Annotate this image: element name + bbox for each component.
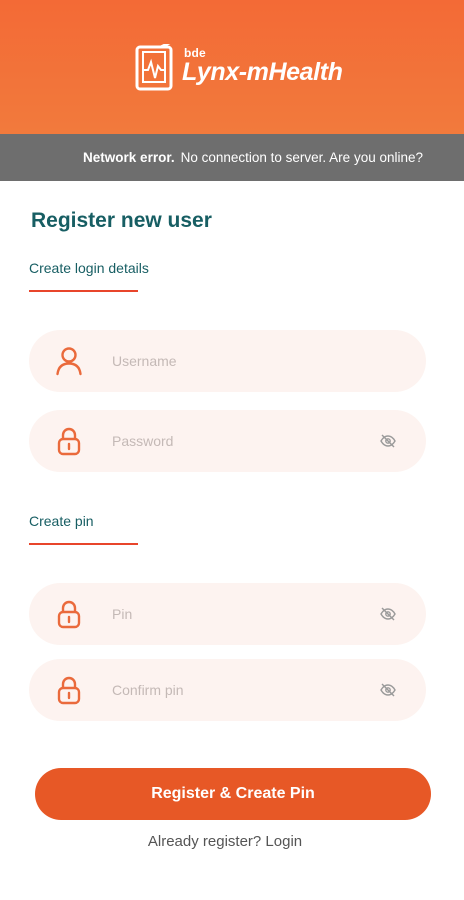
username-field[interactable] (29, 330, 426, 392)
username-input[interactable] (112, 330, 372, 392)
register-screen: bde Lynx-mHealth Network error. No connec… (0, 0, 464, 900)
section-underline-login (29, 290, 138, 292)
lock-icon (57, 427, 81, 456)
page-title: Register new user (31, 209, 212, 232)
app-header: bde Lynx-mHealth (0, 0, 464, 134)
network-error-message: No connection to server. Are you online? (180, 150, 423, 165)
password-field[interactable] (29, 410, 426, 472)
tablet-heartbeat-icon (135, 44, 173, 91)
section-underline-pin (29, 543, 138, 545)
confirm-pin-field[interactable] (29, 659, 426, 721)
network-error-label: Network error. (83, 150, 175, 165)
app-logo: bde Lynx-mHealth (134, 42, 343, 96)
section-label-pin: Create pin (29, 513, 94, 529)
network-error-banner: Network error. No connection to server. A… (0, 134, 464, 181)
logo-app-name: Lynx-mHealth (182, 58, 343, 86)
confirm-pin-input[interactable] (112, 659, 372, 721)
eye-off-icon[interactable] (380, 434, 396, 448)
password-input[interactable] (112, 410, 372, 472)
eye-off-icon[interactable] (380, 607, 396, 621)
lock-icon (57, 676, 81, 705)
eye-off-icon[interactable] (380, 683, 396, 697)
lock-icon (57, 600, 81, 629)
section-label-login: Create login details (29, 260, 149, 276)
user-icon (56, 347, 82, 376)
pin-field[interactable] (29, 583, 426, 645)
pin-input[interactable] (112, 583, 372, 645)
login-link[interactable]: Already register? Login (0, 833, 450, 850)
register-create-pin-button[interactable]: Register & Create Pin (35, 768, 431, 820)
